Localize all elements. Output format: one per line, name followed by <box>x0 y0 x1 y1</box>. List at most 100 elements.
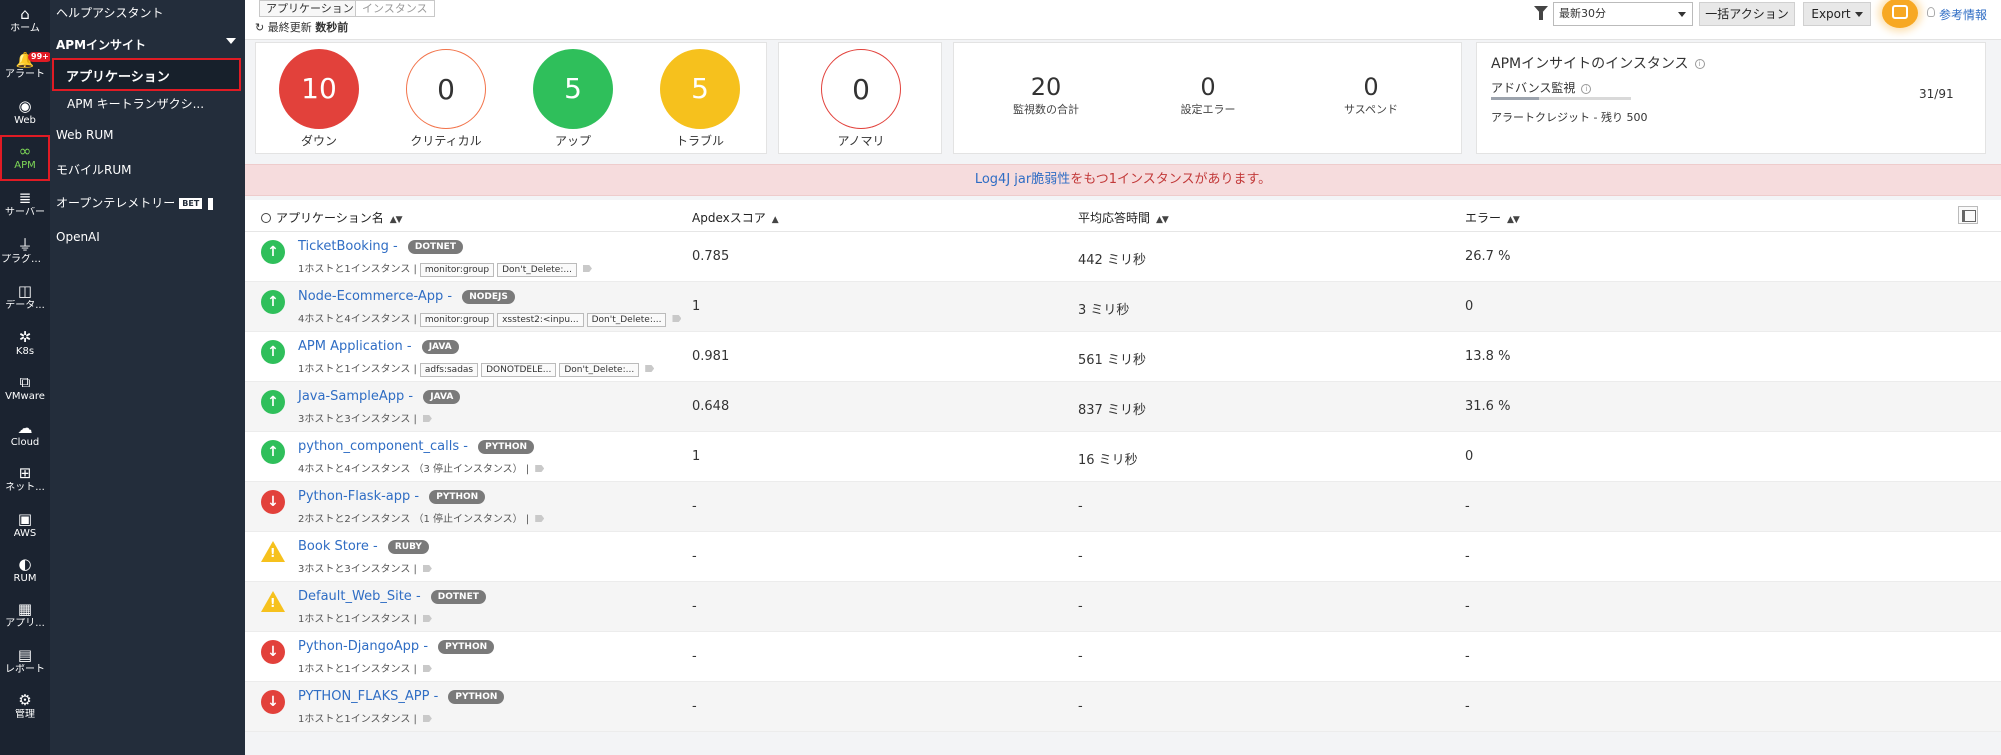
critical-count[interactable]: 0 <box>406 49 486 129</box>
info-icon[interactable]: i <box>1581 83 1592 94</box>
app-name-link[interactable]: APM Application - JAVA <box>298 339 459 354</box>
bulk-action-button[interactable]: 一括アクション <box>1699 2 1795 26</box>
rail-item-11[interactable]: ▣ AWS <box>0 511 50 540</box>
suspend-count[interactable]: 0 <box>1311 73 1431 101</box>
nav-applications[interactable]: アプリケーション <box>52 58 241 91</box>
log4j-link[interactable]: Log4J jar脆弱性 <box>975 172 1070 187</box>
search-icon[interactable] <box>261 213 271 223</box>
app-name-link[interactable]: Node-Ecommerce-App - NODEJS <box>298 289 515 304</box>
tag-icon[interactable] <box>535 515 545 522</box>
rail-item-2[interactable]: ◉ Web <box>0 98 50 127</box>
config-error-count[interactable]: 0 <box>1148 73 1268 101</box>
rail-item-15[interactable]: ⚙ 管理 <box>0 692 50 721</box>
nav-web-rum[interactable]: Web RUM <box>56 128 113 142</box>
nav-openai[interactable]: OpenAI <box>56 230 100 244</box>
sort-icon[interactable]: ▲▼ <box>1156 215 1169 225</box>
app-name-link[interactable]: Python-DjangoApp - PYTHON <box>298 639 495 654</box>
tag-icon[interactable] <box>582 265 592 272</box>
totals-card: 20 監視数の合計 0 設定エラー 0 サスペンド <box>953 42 1462 154</box>
export-button[interactable]: Export <box>1803 2 1871 26</box>
filter-icon[interactable] <box>1534 6 1548 20</box>
tab-applications[interactable]: アプリケーション <box>259 0 361 17</box>
rail-item-14[interactable]: ▤ レポート <box>0 647 50 676</box>
table-row[interactable]: ↑ TicketBooking - DOTNET 1ホストと1インスタンス | mon… <box>245 232 2001 282</box>
app-name-link[interactable]: Java-SampleApp - JAVA <box>298 389 461 404</box>
rail-item-label: VMware <box>5 391 45 402</box>
tag-icon[interactable] <box>422 615 432 622</box>
column-settings-icon[interactable] <box>1958 206 1978 224</box>
col-apdex[interactable]: Apdexスコア ▲ <box>692 209 779 226</box>
app-name-link[interactable]: python_component_calls - PYTHON <box>298 439 535 454</box>
sort-icon[interactable]: ▲▼ <box>1507 215 1520 225</box>
app-name-link[interactable]: PYTHON_FLAKS_APP - PYTHON <box>298 689 505 704</box>
table-row[interactable]: ! Book Store - RUBY 3ホストと3インスタンス | - - - <box>245 532 2001 582</box>
label-chip[interactable]: Don't_Delete:... <box>559 363 640 377</box>
rail-item-4[interactable]: ≣ サーバー <box>0 190 50 219</box>
app-name-link[interactable]: Python-Flask-app - PYTHON <box>298 489 486 504</box>
table-row[interactable]: ↓ Python-DjangoApp - PYTHON 1ホストと1インスタンス |… <box>245 632 2001 682</box>
helper-button[interactable] <box>1882 0 1918 28</box>
tag-icon[interactable] <box>535 465 545 472</box>
rail-item-6[interactable]: ◫ データ... <box>0 283 50 312</box>
chevron-down-icon[interactable] <box>226 38 236 44</box>
sort-icon[interactable]: ▲▼ <box>390 215 403 225</box>
sort-asc-icon[interactable]: ▲ <box>772 215 779 225</box>
tag-icon[interactable] <box>645 365 655 372</box>
col-app-name[interactable]: アプリケーション名 ▲▼ <box>261 209 403 226</box>
total-monitors-count[interactable]: 20 <box>986 73 1106 101</box>
nav-opentelemetry[interactable]: オープンテレメトリー BET <box>56 194 214 211</box>
label-chip[interactable]: monitor:group <box>419 263 495 277</box>
table-row[interactable]: ↑ Node-Ecommerce-App - NODEJS 4ホストと4インスタンス… <box>245 282 2001 332</box>
down-count[interactable]: 10 <box>279 49 359 129</box>
table-row[interactable]: ↑ APM Application - JAVA 1ホストと1インスタンス | adf… <box>245 332 2001 382</box>
label-chip[interactable]: monitor:group <box>419 313 495 327</box>
table-row[interactable]: ↑ python_component_calls - PYTHON 4ホストと4イン… <box>245 432 2001 482</box>
rail-item-7[interactable]: ✲ K8s <box>0 329 50 358</box>
anomaly-count[interactable]: 0 <box>821 49 901 129</box>
rail-item-label: 管理 <box>15 709 35 720</box>
label-chip[interactable]: Don't_Delete:... <box>497 263 577 277</box>
rail-item-8[interactable]: ⧉ VMware <box>0 374 50 403</box>
up-count[interactable]: 5 <box>533 49 613 129</box>
app-name-link[interactable]: TicketBooking - DOTNET <box>298 239 463 254</box>
app-name-link[interactable]: Book Store - RUBY <box>298 539 429 554</box>
time-range-select[interactable]: 最新30分 <box>1553 2 1693 26</box>
nav-mobile-rum[interactable]: モバイルRUM <box>56 161 131 178</box>
reference-link[interactable]: 参考情報 <box>1939 6 1987 23</box>
table-row[interactable]: ↓ Python-Flask-app - PYTHON 2ホストと2インスタンス （… <box>245 482 2001 532</box>
tag-icon[interactable] <box>422 415 432 422</box>
app-meta: 1ホストと1インスタンス | monitor:group Don't_Delete:… <box>298 260 592 277</box>
rail-item-3[interactable]: ∞ APM <box>0 135 50 181</box>
tag-icon[interactable] <box>422 665 432 672</box>
label-chip[interactable]: DONOTDELE... <box>481 363 557 377</box>
app-root: ⌂ ホーム 🔔 アラート 99+ ◉ Web ∞ APM ≣ サーバー ⏚ プラグイン ◫ データ... ✲ K… <box>0 0 2001 755</box>
tag-icon[interactable] <box>422 565 432 572</box>
table-row[interactable]: ↑ Java-SampleApp - JAVA 3ホストと3インスタンス | 0.64… <box>245 382 2001 432</box>
tag-icon[interactable] <box>672 315 682 322</box>
trouble-count[interactable]: 5 <box>660 49 740 129</box>
app-name-link[interactable]: Default_Web_Site - DOTNET <box>298 589 486 604</box>
rail-item-5[interactable]: ⏚ プラグイン <box>0 237 50 266</box>
table-row[interactable]: ! Default_Web_Site - DOTNET 1ホストと1インスタンス |… <box>245 582 2001 632</box>
rail-item-9[interactable]: ☁ Cloud <box>0 420 50 449</box>
rail-item-10[interactable]: ⊞ ネット... <box>0 465 50 494</box>
label-chip[interactable]: xsstest2:<inpu... <box>497 313 584 327</box>
rail-item-1[interactable]: 🔔 アラート 99+ <box>0 52 52 81</box>
tab-instances[interactable]: インスタンス <box>355 0 435 17</box>
col-error[interactable]: エラー ▲▼ <box>1465 209 1520 226</box>
rail-item-12[interactable]: ◐ RUM <box>0 556 50 585</box>
col-response-time[interactable]: 平均応答時間 ▲▼ <box>1078 209 1169 226</box>
host-instance-count: 3ホストと3インスタンス | <box>298 564 417 575</box>
table-header: アプリケーション名 ▲▼ Apdexスコア ▲ 平均応答時間 ▲▼ エラー ▲▼ <box>245 200 2001 232</box>
tag-icon[interactable] <box>422 715 432 722</box>
nav-key-transactions[interactable]: APM キートランザクシ... <box>67 95 204 112</box>
info-icon[interactable]: i <box>1694 59 1705 69</box>
refresh-icon[interactable]: ↻ <box>255 21 264 34</box>
nav-apm-insight[interactable]: APMインサイト <box>56 36 146 53</box>
label-chip[interactable]: Don't_Delete:... <box>586 313 667 327</box>
rail-item-0[interactable]: ⌂ ホーム <box>0 6 50 35</box>
table-row[interactable]: ↓ PYTHON_FLAKS_APP - PYTHON 1ホストと1インスタンス |… <box>245 682 2001 732</box>
rail-item-13[interactable]: ▦ アプリ... <box>0 601 50 630</box>
label-chip[interactable]: adfs:sadas <box>419 363 479 377</box>
nav-help-assistant[interactable]: ヘルプアシスタント <box>56 4 164 21</box>
